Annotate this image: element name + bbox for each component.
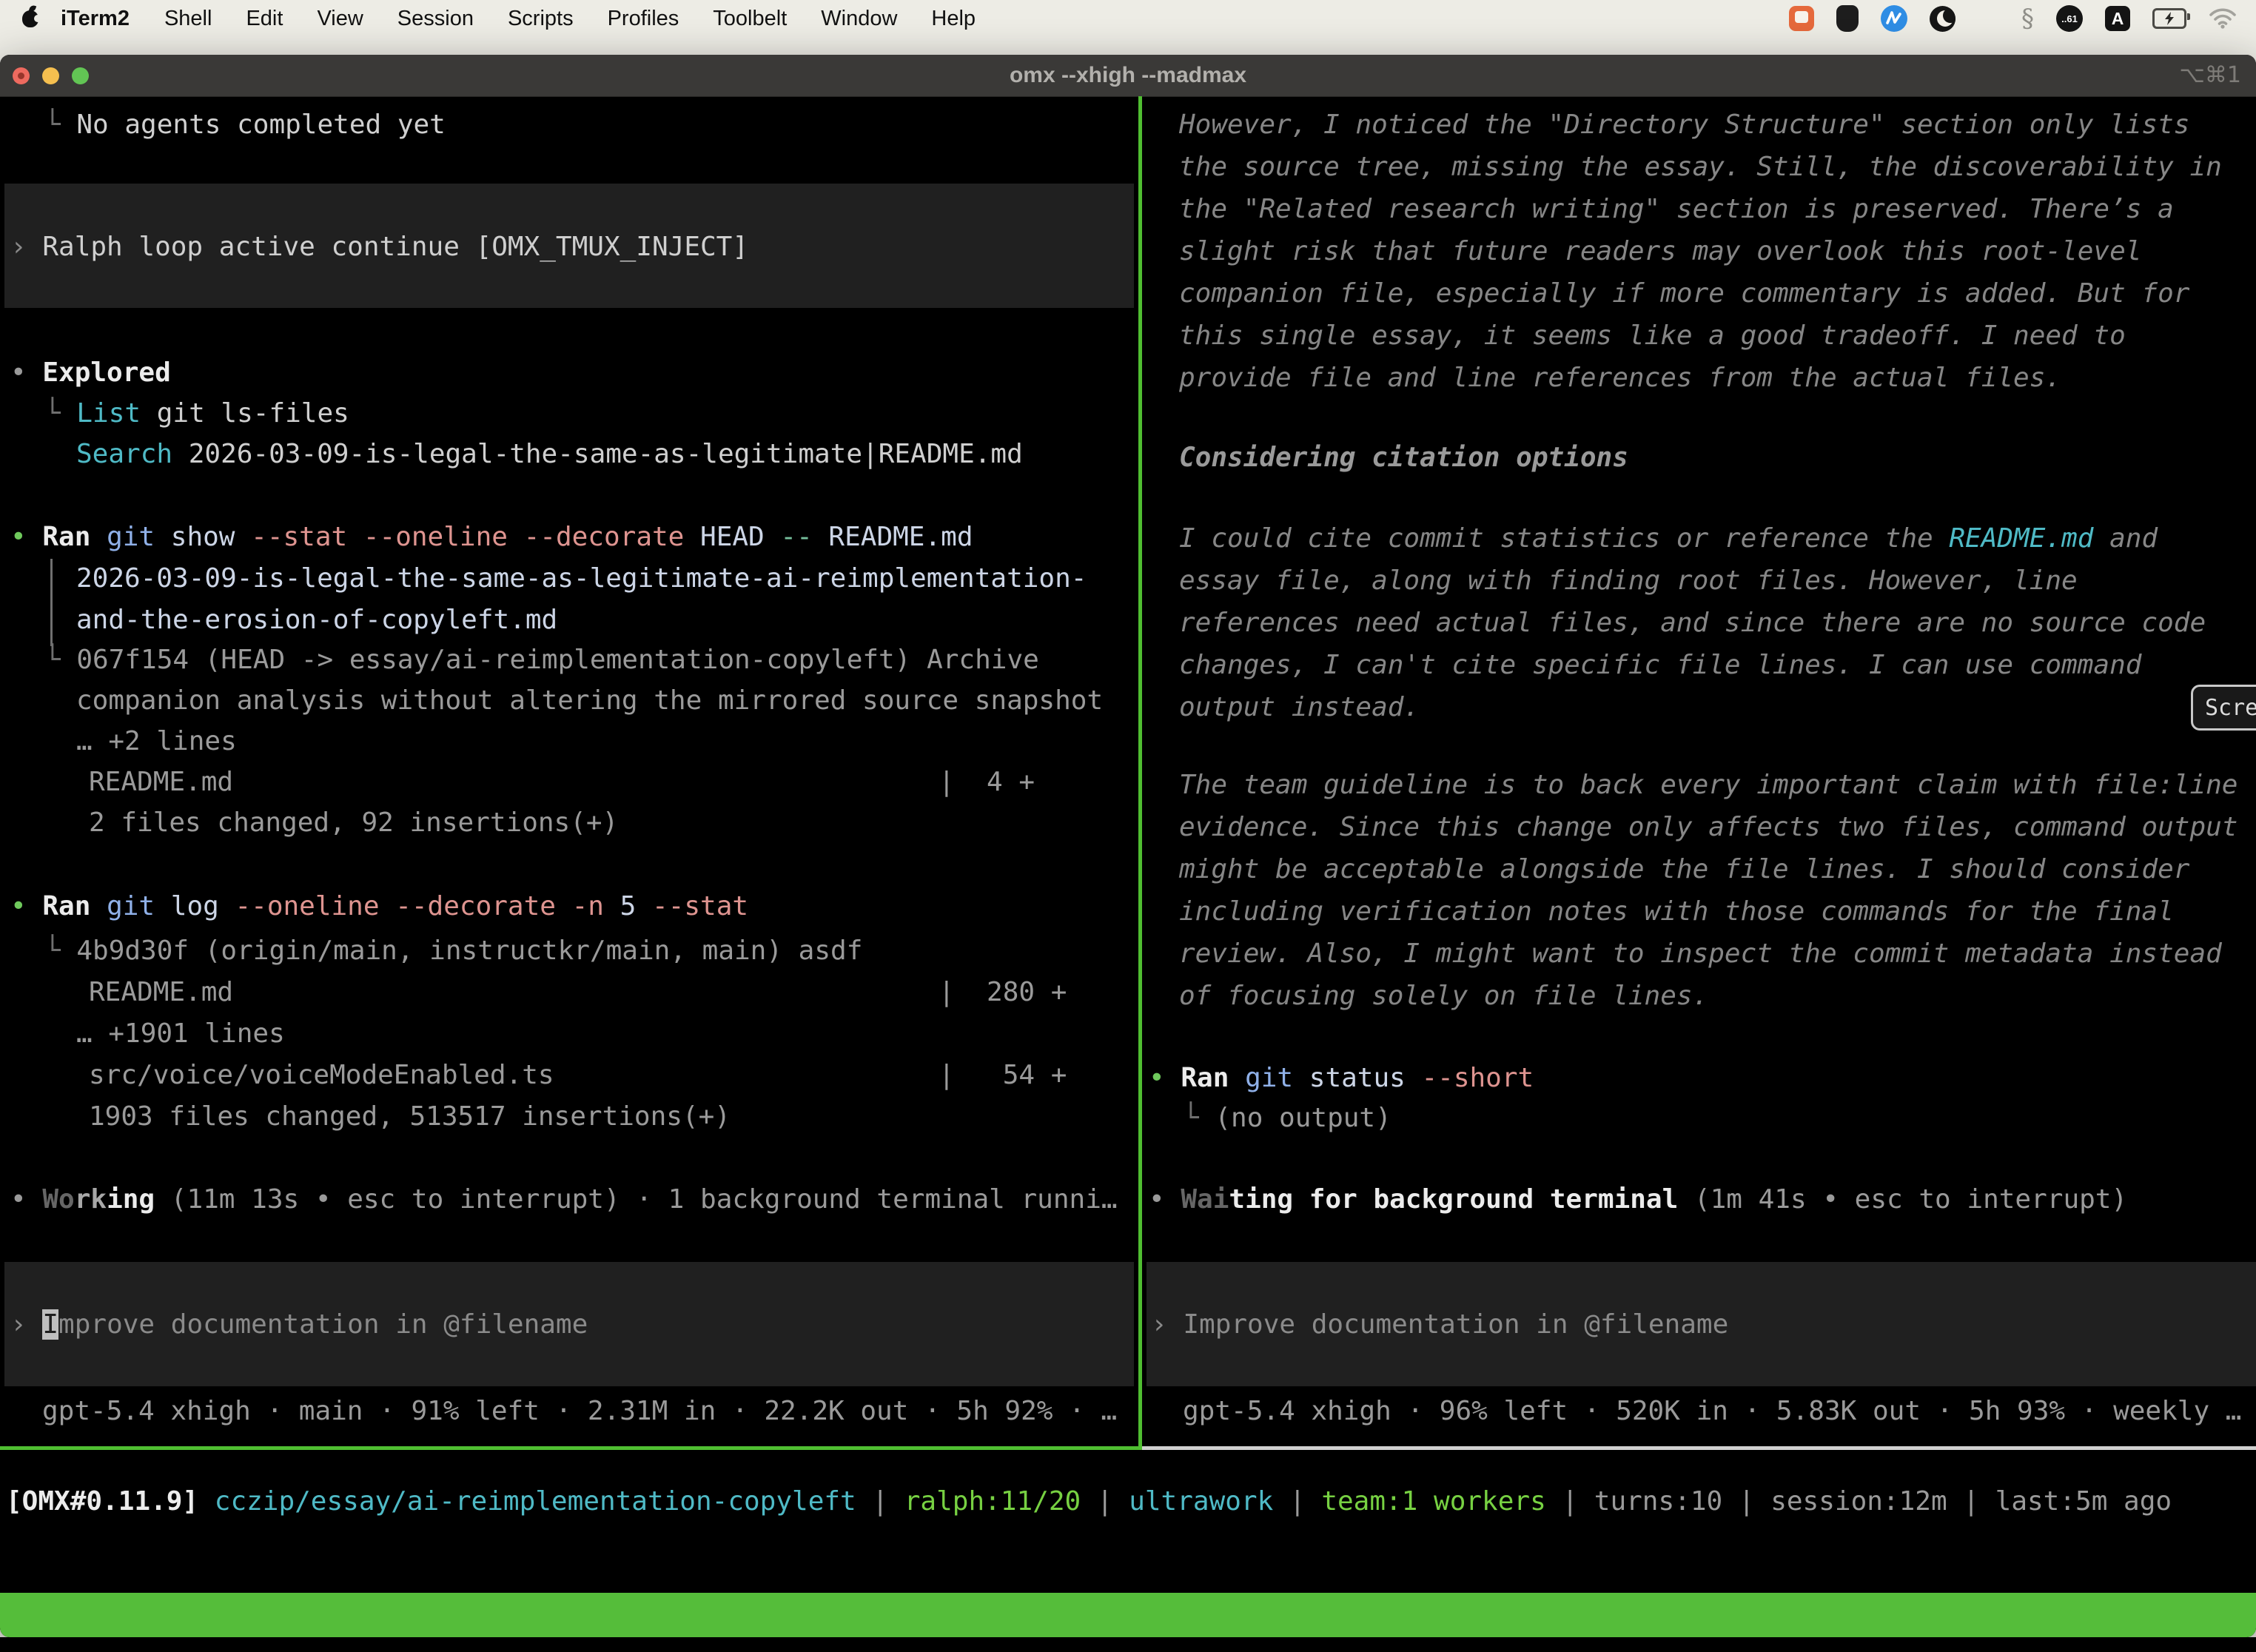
menu-item-edit[interactable]: Edit bbox=[229, 7, 300, 31]
wifi-icon[interactable] bbox=[2209, 7, 2237, 30]
blue-badge-icon[interactable] bbox=[1881, 5, 1907, 32]
menu-bar-status-area: § ..61 A bbox=[1789, 5, 2256, 32]
crescent-icon[interactable] bbox=[1930, 6, 1955, 32]
chat-app-icon[interactable] bbox=[1789, 6, 1814, 31]
squiggle-icon[interactable]: § bbox=[2021, 6, 2034, 31]
menu-item-scripts[interactable]: Scripts bbox=[491, 7, 591, 31]
screen: iTerm2 ShellEditViewSessionScriptsProfil… bbox=[0, 0, 2256, 1652]
menu-item-help[interactable]: Help bbox=[914, 7, 993, 31]
zigzag-glyph bbox=[1881, 5, 1907, 32]
battery-percent-badge-icon[interactable]: ..61 bbox=[2056, 5, 2083, 32]
shield-grid-icon[interactable] bbox=[1836, 5, 1859, 32]
window-title-bar[interactable]: omx --xhigh --madmax ⌥⌘1 bbox=[0, 55, 2256, 97]
menu-items: ShellEditViewSessionScriptsProfilesToolb… bbox=[147, 7, 993, 31]
input-source-icon[interactable]: A bbox=[2105, 6, 2130, 31]
battery-icon[interactable] bbox=[2152, 8, 2186, 29]
screen-overlay-button[interactable]: Scre bbox=[2191, 685, 2256, 731]
bottom-strip bbox=[0, 1637, 2256, 1652]
menu-item-session[interactable]: Session bbox=[380, 7, 491, 31]
window-shortcut-badge: ⌥⌘1 bbox=[2179, 55, 2241, 96]
menu-item-view[interactable]: View bbox=[300, 7, 380, 31]
terminal-area[interactable] bbox=[0, 97, 2256, 1637]
apple-menu-icon[interactable] bbox=[22, 10, 38, 27]
menu-item-window[interactable]: Window bbox=[804, 7, 914, 31]
tmux-status-bar: [omx-cczip0:bash* "MacBook-Pro-44.local"… bbox=[0, 1593, 2256, 1637]
menu-item-toolbelt[interactable]: Toolbelt bbox=[696, 7, 804, 31]
menu-bar-left: iTerm2 ShellEditViewSessionScriptsProfil… bbox=[0, 7, 993, 31]
menu-bar: iTerm2 ShellEditViewSessionScriptsProfil… bbox=[0, 0, 2256, 37]
menu-item-shell[interactable]: Shell bbox=[147, 7, 229, 31]
dots-grid-icon[interactable] bbox=[1978, 8, 1999, 30]
iterm-window: omx --xhigh --madmax ⌥⌘1 [omx-cczip0:bas… bbox=[0, 55, 2256, 1637]
window-title: omx --xhigh --madmax bbox=[0, 55, 2256, 96]
lightning-bolt-glyph bbox=[2163, 12, 2175, 25]
menu-item-iterm2[interactable]: iTerm2 bbox=[58, 7, 147, 31]
menu-item-profiles[interactable]: Profiles bbox=[591, 7, 696, 31]
